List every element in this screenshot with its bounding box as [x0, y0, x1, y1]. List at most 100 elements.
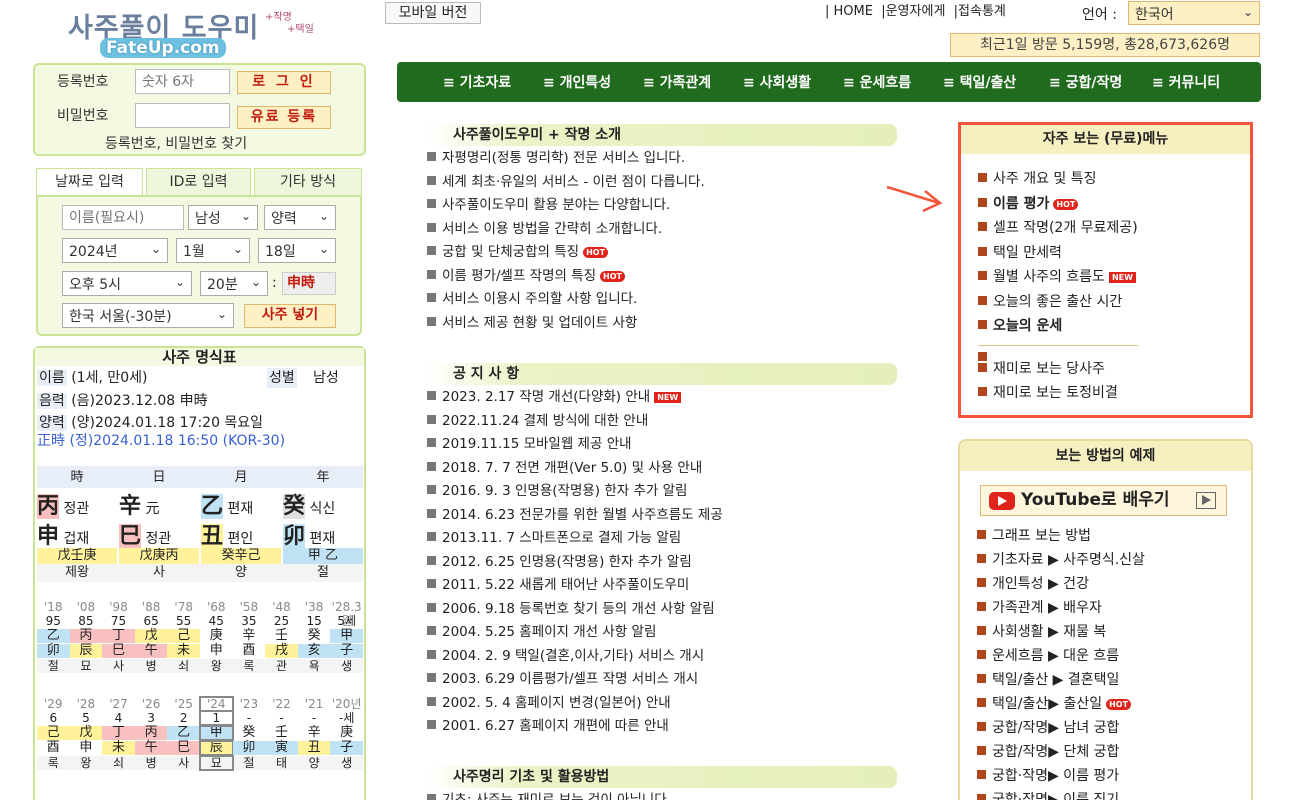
- stats-link[interactable]: |접속통계: [954, 4, 1006, 19]
- example-item[interactable]: 궁합/작명▶ 남녀 궁합: [977, 716, 1247, 740]
- seun-branches[interactable]: 酉 申未午巳辰卯寅丑子: [37, 740, 363, 756]
- find-credentials-link[interactable]: 등록번호, 비밀번호 찾기: [105, 133, 247, 153]
- gender-select[interactable]: 남성 ⌄: [188, 205, 258, 230]
- day-select[interactable]: 18일 ⌄: [258, 238, 336, 263]
- nav-date-birth[interactable]: ≡ 택일/출산: [943, 72, 1016, 92]
- fav-item[interactable]: 셀프 작명(2개 무료제공): [978, 216, 1243, 241]
- tab-other[interactable]: 기타 방식: [254, 168, 362, 196]
- nav-match-naming[interactable]: ≡ 궁합/작명: [1049, 72, 1122, 92]
- notice-item-text: 2002. 5. 4 홈페이지 변경(일본어) 안내: [442, 694, 671, 711]
- fav-item[interactable]: 오늘의 좋은 출산 시간: [978, 290, 1243, 315]
- fav-item[interactable]: 이름 평가 HOT: [978, 192, 1243, 217]
- nav-personal[interactable]: ≡ 개인특성: [543, 72, 611, 92]
- basics-item[interactable]: 기초: 사주는 재미로 보는 것이 아닙니다: [427, 789, 897, 800]
- basics-list: 기초: 사주는 재미로 보는 것이 아닙니다: [427, 789, 897, 800]
- seun-stems[interactable]: 己戊丁丙乙甲癸 壬 辛 庚: [37, 725, 363, 741]
- example-item[interactable]: 궁합·작명▶ 이름 짓기: [977, 788, 1247, 800]
- notice-item[interactable]: 2006. 9.18 등록번호 찾기 등의 개선 사항 알림: [427, 598, 897, 622]
- intro-item[interactable]: 서비스 이용 방법을 간략히 소개합니다.: [427, 218, 897, 242]
- notice-item[interactable]: 2019.11.15 모바일웹 제공 안내: [427, 433, 897, 457]
- site-logo[interactable]: 사주풀이 도우미 +작명 +택일 FateUp.com: [60, 6, 340, 61]
- nav-family[interactable]: ≡ 가족관계: [643, 72, 711, 92]
- notice-item[interactable]: 2002. 5. 4 홈페이지 변경(일본어) 안내: [427, 692, 897, 716]
- notice-item[interactable]: 2004. 5.25 홈페이지 개선 사항 알림: [427, 621, 897, 645]
- fav-item-text: 오늘의 운세: [993, 318, 1063, 334]
- solar-label: 양력: [37, 415, 67, 431]
- intro-item[interactable]: 세계 최초·유일의 서비스 - 이런 점이 다릅니다.: [427, 171, 897, 195]
- fav-item[interactable]: 오늘의 운세: [978, 314, 1243, 339]
- notice-item[interactable]: 2012. 6.25 인명용(작명용) 한자 추가 알림: [427, 551, 897, 575]
- notice-item[interactable]: 2022.11.24 결제 방식에 대한 안내: [427, 410, 897, 434]
- minute-select[interactable]: 20분 ⌄: [200, 271, 268, 296]
- divider: [978, 344, 1138, 357]
- fav-item[interactable]: 택일 만세력: [978, 241, 1243, 266]
- fav-item[interactable]: 재미로 보는 토정비결: [978, 381, 1243, 406]
- calendar-value: 양력: [271, 211, 297, 227]
- nav-community[interactable]: ≡ 커뮤니티: [1152, 72, 1220, 92]
- language-select[interactable]: 한국어 ⌄: [1128, 1, 1260, 25]
- hour-select[interactable]: 오후 5시 ⌄: [62, 271, 192, 296]
- intro-item-text: 서비스 제공 현황 및 업데이트 사항: [442, 314, 638, 331]
- saju-grid-cell: 巳: [102, 644, 135, 658]
- example-item[interactable]: 개인특성 ▶ 건강: [977, 572, 1247, 596]
- saju-grid-cell: 丁: [102, 629, 135, 643]
- name-input[interactable]: [62, 205, 184, 230]
- year-select[interactable]: 2024년 ⌄: [62, 238, 168, 263]
- notice-item[interactable]: 2016. 9. 3 인명용(작명용) 한자 추가 알림: [427, 480, 897, 504]
- home-link[interactable]: | HOME: [825, 4, 873, 19]
- mobile-version-button[interactable]: 모바일 버전: [385, 2, 481, 24]
- example-item[interactable]: 궁합·작명▶ 이름 평가: [977, 764, 1247, 788]
- nav-basics[interactable]: ≡ 기초자료: [443, 72, 511, 92]
- saju-grid-cell: 절: [47, 659, 59, 673]
- nav-social[interactable]: ≡ 사회생활: [743, 72, 811, 92]
- fav-item[interactable]: 월별 사주의 흐름도 NEW: [978, 265, 1243, 290]
- example-item[interactable]: 운세흐름 ▶ 대운 흐름: [977, 644, 1247, 668]
- tab-id[interactable]: ID로 입력: [146, 168, 251, 196]
- region-select[interactable]: 한국 서울(-30분) ⌄: [62, 303, 234, 328]
- intro-item[interactable]: 자평명리(정통 명리학) 전문 서비스 입니다.: [427, 147, 897, 171]
- example-item[interactable]: 궁합/작명▶ 단체 궁합: [977, 740, 1247, 764]
- paid-register-button[interactable]: 유료 등록: [237, 106, 331, 129]
- saju-grid-cell: -: [279, 711, 284, 725]
- example-item[interactable]: 가족관계 ▶ 배우자: [977, 596, 1247, 620]
- notice-item[interactable]: 2018. 7. 7 전면 개편(Ver 5.0) 및 사용 안내: [427, 457, 897, 481]
- chevron-down-icon: ⌄: [216, 307, 227, 321]
- fav-item[interactable]: 사주 개요 및 특징: [978, 167, 1243, 192]
- admin-link[interactable]: |운영자에게: [881, 4, 945, 19]
- month-select[interactable]: 1월 ⌄: [176, 238, 250, 263]
- youtube-button[interactable]: YouTube로 배우기: [980, 485, 1227, 516]
- intro-item[interactable]: 서비스 이용시 주의할 사항 입니다.: [427, 288, 897, 312]
- password-input[interactable]: [135, 103, 230, 128]
- intro-item[interactable]: 궁합 및 단체궁합의 특징 HOT: [427, 241, 897, 265]
- notice-item[interactable]: 2013.11. 7 스마트폰으로 결제 가능 알림: [427, 527, 897, 551]
- intro-item[interactable]: 이름 평가/셀프 작명의 특징 HOT: [427, 265, 897, 289]
- notice-item[interactable]: 2014. 6.23 전문가를 위한 월별 사주흐름도 제공: [427, 504, 897, 528]
- reg-number-input[interactable]: [135, 69, 230, 94]
- saju-grid-cell: 2: [179, 711, 188, 725]
- notice-item[interactable]: 2011. 5.22 새롭게 태어난 사주풀이도우미: [427, 574, 897, 598]
- calendar-select[interactable]: 양력 ⌄: [264, 205, 336, 230]
- true-time: 正時 (정)2024.01.18 16:50 (KOR-30): [37, 433, 286, 449]
- year-value: 2024년: [69, 244, 118, 260]
- hot-badge: HOT: [1053, 198, 1079, 210]
- notice-item[interactable]: 2004. 2. 9 택일(결혼,이사,기타) 서비스 개시: [427, 645, 897, 669]
- intro-item[interactable]: 서비스 제공 현황 및 업데이트 사항: [427, 312, 897, 336]
- example-item[interactable]: 그래프 보는 방법: [977, 524, 1247, 548]
- tab-date[interactable]: 날짜로 입력: [36, 168, 143, 196]
- login-button[interactable]: 로 그 인: [237, 71, 331, 94]
- notice-item[interactable]: 2001. 6.27 홈페이지 개편에 따른 안내: [427, 715, 897, 739]
- fav-item[interactable]: 재미로 보는 당사주: [978, 357, 1243, 382]
- shi-display: 申時: [282, 272, 336, 295]
- notice-item[interactable]: 2003. 6.29 이름평가/셀프 작명 서비스 개시: [427, 668, 897, 692]
- notice-item[interactable]: 2023. 2.17 작명 개선(다양화) 안내 NEW: [427, 386, 897, 410]
- daeun-branches[interactable]: 卯辰巳午未申 酉戌亥子: [37, 644, 363, 658]
- example-item[interactable]: 기초자료 ▶ 사주명식.신살: [977, 548, 1247, 572]
- example-item[interactable]: 사회생활 ▶ 재물 복: [977, 620, 1247, 644]
- fav-item-text: 재미로 보는 토정비결: [993, 385, 1118, 401]
- nav-fortune[interactable]: ≡ 운세흐름: [843, 72, 911, 92]
- example-item[interactable]: 택일/출산▶ 출산일 HOT: [977, 692, 1247, 716]
- intro-item[interactable]: 사주풀이도우미 활용 분야는 다양합니다.: [427, 194, 897, 218]
- submit-saju-button[interactable]: 사주 넣기: [244, 304, 336, 328]
- example-item[interactable]: 택일/출산 ▶ 결혼택일: [977, 668, 1247, 692]
- daeun-stems[interactable]: 乙丙丁戊己庚 辛 壬 癸甲: [37, 629, 363, 643]
